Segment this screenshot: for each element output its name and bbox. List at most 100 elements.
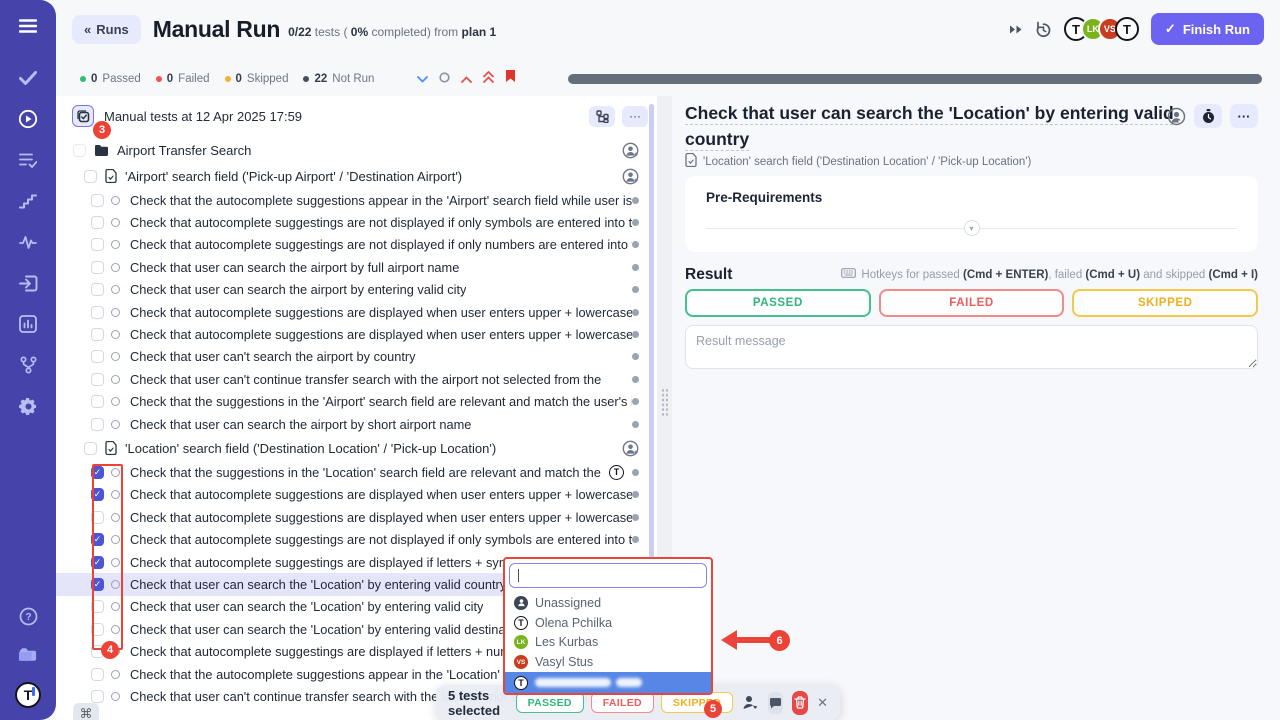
assignee-avatars: TLKVST [1064,17,1139,41]
bulk-skipped-pill[interactable]: SKIPPED [661,692,733,713]
help-icon[interactable]: ? [18,606,38,626]
checkmark-nav-icon[interactable] [18,68,38,88]
priority-up-icon[interactable] [461,70,472,88]
settings-gear-icon[interactable] [18,396,38,416]
test-row[interactable]: Check that autocomplete suggestions are … [56,323,644,345]
milestones-pulse-icon[interactable] [18,232,38,252]
suite-checkbox[interactable] [84,442,97,455]
test-checkbox[interactable] [91,373,104,386]
test-checkbox[interactable]: ✓ [91,466,104,479]
test-checkbox[interactable]: ✓ [91,578,104,591]
fast-forward-icon[interactable] [1009,24,1023,35]
test-checkbox[interactable] [91,418,104,431]
assignee-person-icon[interactable] [1167,107,1186,126]
tree-more-button[interactable]: ··· [622,106,648,127]
user-avatar[interactable]: T [15,682,41,708]
select-all-checkbox-button[interactable] [72,105,94,127]
test-checkbox[interactable]: ✓ [91,533,104,546]
test-row[interactable]: Check that autocomplete suggestions are … [56,301,644,323]
member-name: Les Kurbas [535,635,598,649]
test-checkbox[interactable] [91,623,104,636]
test-cases-icon[interactable] [18,150,38,170]
integrations-branch-icon[interactable] [18,355,38,375]
test-checkbox[interactable] [91,395,104,408]
passed-button[interactable]: PASSED [685,289,871,317]
test-row[interactable]: ✓Check that autocomplete suggestions are… [56,484,644,506]
test-row[interactable]: Check that the autocomplete suggestions … [56,189,644,211]
menu-icon[interactable] [18,16,38,36]
test-checkbox[interactable] [91,690,104,703]
folder-checkbox[interactable] [73,144,86,157]
suite-row[interactable]: 'Airport' search field ('Pick-up Airport… [56,163,644,189]
row-meta [632,309,644,316]
test-title: Check that user can search the airport b… [130,260,459,275]
test-checkbox[interactable] [91,511,104,524]
bulk-assign-icon[interactable] [742,695,759,710]
back-to-runs-button[interactable]: « Runs [72,15,141,44]
test-checkbox[interactable] [91,668,104,681]
bulk-comment-button[interactable] [768,692,783,714]
test-checkbox[interactable] [91,238,104,251]
shared-steps-icon[interactable] [18,191,38,211]
test-case-title[interactable]: Check that user can search the 'Location… [685,100,1190,153]
avatar[interactable]: T [1115,17,1139,41]
assignee-option[interactable]: LKLes Kurbas [509,633,707,653]
bulk-failed-pill[interactable]: FAILED [591,692,654,713]
test-checkbox[interactable] [91,350,104,363]
assignee-option[interactable]: VSVasyl Stus [509,652,707,672]
test-runs-icon[interactable] [18,109,38,129]
suite-checkbox[interactable] [84,170,97,183]
details-more-button[interactable]: ··· [1230,104,1258,128]
assignee-search-input[interactable] [509,563,707,588]
test-row[interactable]: Check that user can search the airport b… [56,256,644,278]
assign-person-icon[interactable] [622,142,639,159]
test-checkbox[interactable] [91,283,104,296]
selected-count-label: 5 tests selected [448,688,505,718]
result-message-input[interactable] [685,325,1258,369]
test-checkbox[interactable] [91,600,104,613]
test-row[interactable]: Check that user can't continue transfer … [56,368,644,390]
bookmark-icon[interactable] [505,69,516,88]
assignee-option[interactable]: T [505,672,711,693]
folder-row[interactable]: Airport Transfer Search [56,137,644,163]
priority-double-up-icon[interactable] [483,70,494,88]
test-checkbox[interactable]: ✓ [91,488,104,501]
test-row[interactable]: Check that user can search the airport b… [56,413,644,435]
test-row[interactable]: Check that the suggestions in the 'Airpo… [56,391,644,413]
not-run-dot-icon [632,469,639,476]
test-checkbox[interactable]: ✓ [91,556,104,569]
stopwatch-button[interactable] [1194,104,1222,128]
expand-toggle-icon[interactable]: ▾ [964,220,980,236]
test-checkbox[interactable] [91,194,104,207]
skipped-button[interactable]: SKIPPED [1072,289,1258,317]
test-row[interactable]: ✓Check that the suggestions in the 'Loca… [56,461,644,483]
close-selection-icon[interactable]: ✕ [817,695,828,711]
finish-run-button[interactable]: ✓ Finish Run [1151,13,1264,45]
failed-button[interactable]: FAILED [879,289,1065,317]
tree-view-button[interactable] [589,106,615,127]
test-row[interactable]: Check that autocomplete suggestings are … [56,211,644,233]
test-checkbox[interactable] [91,261,104,274]
test-row[interactable]: ✓Check that autocomplete suggestings are… [56,528,644,550]
command-shortcut-button[interactable]: ⌘ [73,703,99,720]
assignee-option[interactable]: TOlena Pchilka [509,613,707,633]
test-row[interactable]: Check that autocomplete suggestings are … [56,234,644,256]
test-checkbox[interactable] [91,328,104,341]
reports-chart-icon[interactable] [18,314,38,334]
bulk-passed-pill[interactable]: PASSED [516,692,584,713]
test-row[interactable]: Check that autocomplete suggestions are … [56,506,644,528]
assign-person-icon[interactable] [622,440,639,457]
projects-folder-icon[interactable] [18,644,38,664]
test-row[interactable]: Check that user can't search the airport… [56,346,644,368]
suite-row[interactable]: 'Location' search field ('Destination Lo… [56,435,644,461]
test-row[interactable]: Check that user can search the airport b… [56,279,644,301]
assignee-option[interactable]: Unassigned [509,593,707,613]
import-icon[interactable] [18,273,38,293]
circle-status-icon[interactable] [439,70,450,88]
collapse-chevron-down-icon[interactable] [417,70,428,88]
test-checkbox[interactable] [91,306,104,319]
bulk-delete-button[interactable] [792,691,808,715]
timer-history-icon[interactable] [1035,21,1052,38]
assign-person-icon[interactable] [622,168,639,185]
test-checkbox[interactable] [91,216,104,229]
